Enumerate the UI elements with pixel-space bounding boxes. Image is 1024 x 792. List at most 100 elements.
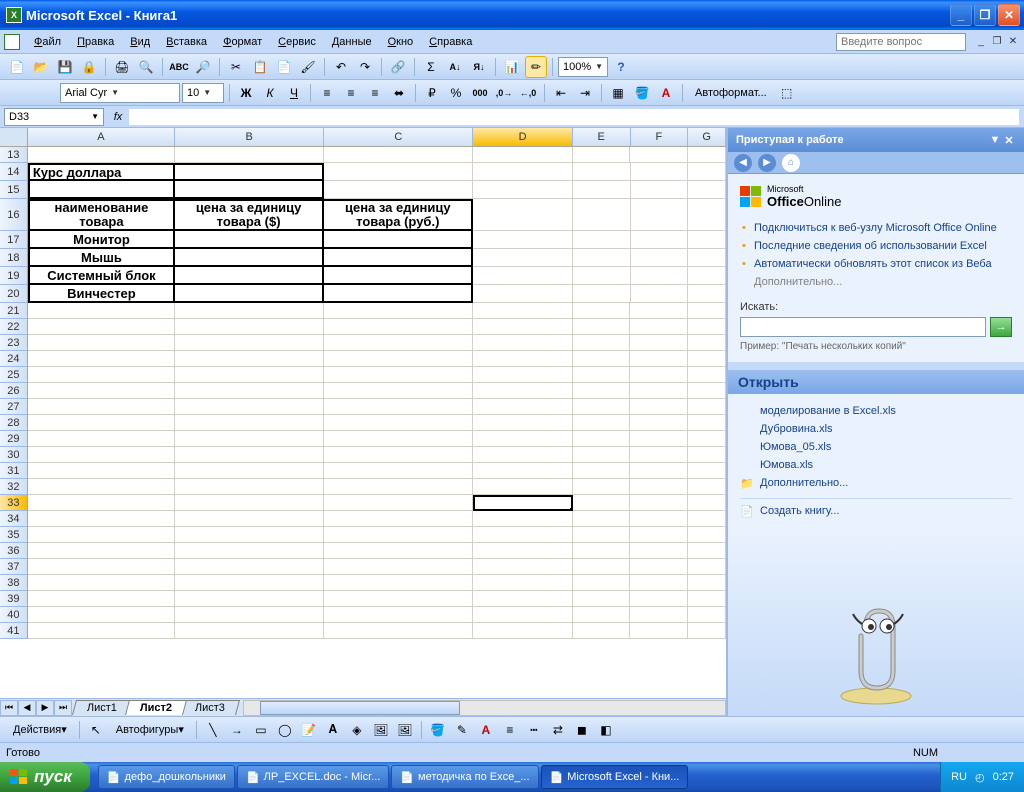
column-header-A[interactable]: A xyxy=(28,128,175,146)
cell-C28[interactable] xyxy=(324,415,473,431)
align-left-button[interactable]: ≡ xyxy=(316,82,338,104)
taskbar-item[interactable]: 📄ЛР_EXCEL.doc - Micr... xyxy=(237,765,389,789)
cell-F38[interactable] xyxy=(630,575,688,591)
undo-button[interactable]: ↶ xyxy=(330,56,352,78)
cell-D22[interactable] xyxy=(473,319,572,335)
menu-окно[interactable]: Окно xyxy=(380,34,422,50)
cell-G22[interactable] xyxy=(688,319,726,335)
row-header-31[interactable]: 31 xyxy=(0,463,28,479)
cell-E14[interactable] xyxy=(573,163,631,181)
cell-B32[interactable] xyxy=(175,479,324,495)
cell-E37[interactable] xyxy=(573,559,631,575)
cell-B35[interactable] xyxy=(175,527,324,543)
menu-справка[interactable]: Справка xyxy=(421,34,480,50)
cell-B40[interactable] xyxy=(175,607,324,623)
cell-D16[interactable] xyxy=(473,199,572,231)
cell-G21[interactable] xyxy=(688,303,726,319)
autosum-button[interactable]: Σ xyxy=(420,56,442,78)
row-header-19[interactable]: 19 xyxy=(0,267,28,285)
zoom-combo[interactable]: 100%▼ xyxy=(558,57,608,77)
cell-B36[interactable] xyxy=(175,543,324,559)
cell-F20[interactable] xyxy=(631,285,689,303)
comma-button[interactable]: 000 xyxy=(469,82,491,104)
conditional-format-button[interactable]: ⬚ xyxy=(776,82,798,104)
cell-G23[interactable] xyxy=(688,335,726,351)
column-header-F[interactable]: F xyxy=(631,128,689,146)
merge-center-button[interactable]: ⬌ xyxy=(388,82,410,104)
cell-B31[interactable] xyxy=(175,463,324,479)
cell-C39[interactable] xyxy=(324,591,473,607)
column-header-G[interactable]: G xyxy=(688,128,726,146)
cell-G34[interactable] xyxy=(688,511,726,527)
cell-G30[interactable] xyxy=(688,447,726,463)
cell-G24[interactable] xyxy=(688,351,726,367)
cell-C26[interactable] xyxy=(324,383,473,399)
cell-G17[interactable] xyxy=(688,231,726,249)
sheet-nav-next[interactable]: ▶ xyxy=(36,700,54,716)
horizontal-scrollbar[interactable] xyxy=(243,700,726,716)
cell-B34[interactable] xyxy=(175,511,324,527)
sheet-tab-Лист2[interactable]: Лист2 xyxy=(125,700,187,715)
cell-A28[interactable] xyxy=(28,415,175,431)
name-box[interactable]: D33▼ xyxy=(4,108,104,126)
menu-формат[interactable]: Формат xyxy=(215,34,270,50)
column-header-C[interactable]: C xyxy=(324,128,473,146)
arrow-button[interactable]: → xyxy=(226,719,248,741)
diagram-button[interactable]: ◈ xyxy=(346,719,368,741)
taskpane-home-button[interactable]: ⌂ xyxy=(782,154,800,172)
cut-button[interactable]: ✂ xyxy=(225,56,247,78)
cell-A21[interactable] xyxy=(28,303,175,319)
cell-F29[interactable] xyxy=(630,431,688,447)
cell-G14[interactable] xyxy=(688,163,726,181)
cell-A15[interactable] xyxy=(28,181,175,199)
cell-B30[interactable] xyxy=(175,447,324,463)
cell-A19[interactable]: Системный блок xyxy=(28,267,175,285)
cell-A16[interactable]: наименование товара xyxy=(28,199,175,231)
row-header-29[interactable]: 29 xyxy=(0,431,28,447)
mdi-minimize-button[interactable]: _ xyxy=(974,35,988,49)
cell-G15[interactable] xyxy=(688,181,726,199)
row-header-21[interactable]: 21 xyxy=(0,303,28,319)
cell-C19[interactable] xyxy=(324,267,473,285)
row-header-23[interactable]: 23 xyxy=(0,335,28,351)
cell-B23[interactable] xyxy=(175,335,324,351)
sheet-tab-Лист3[interactable]: Лист3 xyxy=(180,700,240,715)
help-button[interactable]: ? xyxy=(610,56,632,78)
hyperlink-button[interactable]: 🔗 xyxy=(387,56,409,78)
cell-G13[interactable] xyxy=(688,147,726,163)
window-minimize-button[interactable]: _ xyxy=(950,4,972,26)
cell-G36[interactable] xyxy=(688,543,726,559)
cell-C15[interactable] xyxy=(324,181,473,199)
research-button[interactable]: 🔎 xyxy=(192,56,214,78)
cell-A33[interactable] xyxy=(28,495,175,511)
menu-вставка[interactable]: Вставка xyxy=(158,34,215,50)
cell-C38[interactable] xyxy=(324,575,473,591)
cell-F24[interactable] xyxy=(630,351,688,367)
cell-D18[interactable] xyxy=(473,249,572,267)
bold-button[interactable]: Ж xyxy=(235,82,257,104)
shadow-button[interactable]: ◼ xyxy=(571,719,593,741)
cell-F30[interactable] xyxy=(630,447,688,463)
cell-D27[interactable] xyxy=(473,399,572,415)
row-header-37[interactable]: 37 xyxy=(0,559,28,575)
permission-button[interactable]: 🔒 xyxy=(78,56,100,78)
sort-desc-button[interactable]: Я↓ xyxy=(468,56,490,78)
cell-D15[interactable] xyxy=(473,181,572,199)
cell-F40[interactable] xyxy=(630,607,688,623)
cell-D19[interactable] xyxy=(473,267,572,285)
cell-B39[interactable] xyxy=(175,591,324,607)
row-header-38[interactable]: 38 xyxy=(0,575,28,591)
recent-file[interactable]: Дубровина.xls xyxy=(740,420,1012,438)
drawing-toggle-button[interactable]: ✏ xyxy=(525,56,547,78)
document-icon[interactable] xyxy=(4,34,20,50)
row-header-22[interactable]: 22 xyxy=(0,319,28,335)
cell-E35[interactable] xyxy=(573,527,631,543)
increase-indent-button[interactable]: ⇥ xyxy=(574,82,596,104)
cell-A32[interactable] xyxy=(28,479,175,495)
cell-A30[interactable] xyxy=(28,447,175,463)
cell-E24[interactable] xyxy=(573,351,631,367)
cell-B17[interactable] xyxy=(175,231,324,249)
rectangle-button[interactable]: ▭ xyxy=(250,719,272,741)
formula-input[interactable] xyxy=(128,108,1020,126)
cell-F25[interactable] xyxy=(630,367,688,383)
